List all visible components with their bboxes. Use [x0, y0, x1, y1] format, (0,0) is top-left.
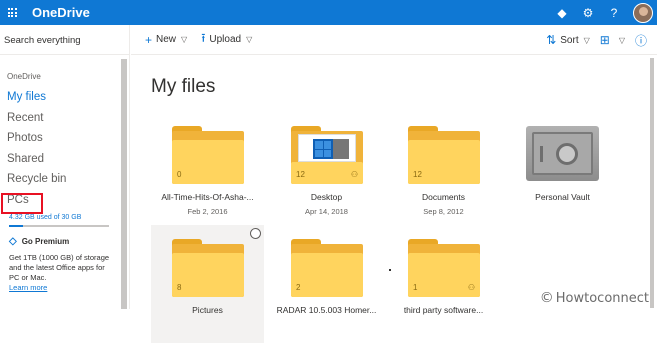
sidebar-scrollbar[interactable] — [121, 59, 127, 309]
sidebar-item-recycle-bin[interactable]: Recycle bin — [0, 169, 129, 190]
upload-label: Upload — [209, 34, 241, 45]
tile-name[interactable]: Desktop — [270, 192, 383, 202]
sidebar-nav: My files Recent Photos Shared Recycle bi… — [0, 87, 129, 210]
sidebar: Search everything OneDrive My files Rece… — [0, 25, 130, 309]
storage-bar — [9, 225, 109, 227]
folder-tile[interactable]: 2 RADAR 10.5.003 Homer... — [270, 225, 383, 343]
search-input[interactable]: Search everything — [0, 25, 129, 55]
item-count: 12 — [296, 170, 305, 179]
sort-label: Sort — [560, 35, 578, 46]
tile-date: Sep 8, 2012 — [387, 207, 500, 216]
main-scrollbar[interactable] — [650, 58, 654, 308]
tile-date: Apr 14, 2018 — [270, 207, 383, 216]
app-brand[interactable]: OneDrive — [32, 5, 90, 20]
chevron-down-icon: ▽ — [181, 35, 187, 44]
top-bar: OneDrive ◆ ⚙ ? — [0, 0, 657, 25]
folder-tile[interactable]: 1 ⚇ third party software... — [387, 225, 500, 343]
folder-icon: 1 ⚇ — [408, 239, 480, 297]
sidebar-item-photos[interactable]: Photos — [0, 128, 129, 149]
sidebar-item-my-files[interactable]: My files — [0, 87, 129, 108]
page-title: My files — [151, 76, 215, 98]
tile-name[interactable]: third party software... — [387, 305, 500, 315]
watermark-text: Howtoconnect — [556, 291, 649, 306]
folder-icon: 2 — [291, 239, 363, 297]
vault-tile[interactable]: Personal Vault — [506, 112, 619, 230]
main-content: My files 0 All-Time-Hits-Of-Asha-... Feb… — [131, 56, 657, 309]
chevron-down-icon: ▽ — [619, 36, 625, 45]
folder-icon: 8 — [172, 239, 244, 297]
watermark-logo-icon: © — [540, 290, 554, 306]
storage-bar-fill — [9, 225, 23, 227]
item-count: 12 — [413, 170, 422, 179]
shared-people-icon: ⚇ — [468, 283, 475, 292]
storage-link[interactable]: 4.32 GB used of 30 GB — [0, 214, 129, 221]
shared-people-icon: ⚇ — [351, 170, 358, 179]
sidebar-item-shared[interactable]: Shared — [0, 149, 129, 170]
windows-logo-icon — [313, 139, 333, 159]
upload-icon: ⭱ — [201, 29, 205, 50]
sidebar-section-label: OneDrive — [7, 72, 129, 81]
select-checkbox[interactable] — [250, 228, 261, 239]
folder-icon: 0 — [172, 126, 244, 184]
app-launcher-icon[interactable] — [0, 0, 24, 25]
item-count: 8 — [177, 283, 181, 292]
new-button[interactable]: + New ▽ — [145, 33, 187, 47]
gear-icon[interactable]: ⚙ — [575, 6, 601, 20]
new-label: New — [156, 34, 176, 45]
avatar[interactable] — [633, 3, 653, 23]
folder-icon: 12 — [408, 126, 480, 184]
watermark: ©Howtoconnect — [540, 290, 649, 306]
chevron-down-icon: ▽ — [246, 35, 252, 44]
chevron-down-icon: ▽ — [584, 36, 590, 45]
premium-title[interactable]: Go Premium — [22, 237, 70, 247]
folder-tile[interactable]: 8 Pictures — [151, 225, 264, 343]
diamond-icon[interactable]: ◆ — [549, 6, 575, 20]
premium-text: Get 1TB (1000 GB) of storage and the lat… — [9, 253, 114, 283]
help-icon[interactable]: ? — [601, 6, 627, 20]
tile-name[interactable]: All-Time-Hits-Of-Asha-... — [151, 192, 264, 202]
folder-icon: 12 ⚇ — [291, 126, 363, 184]
item-count: 0 — [177, 170, 181, 179]
upload-button[interactable]: ⭱ Upload ▽ — [201, 29, 252, 50]
vault-safe-icon — [526, 126, 599, 181]
folder-tile[interactable]: 0 All-Time-Hits-Of-Asha-... Feb 2, 2016 — [151, 112, 264, 230]
sort-icon: ⇅ — [546, 33, 556, 47]
command-bar: + New ▽ ⭱ Upload ▽ ⇅ Sort ▽ ⊞ ▽ ⓘ — [131, 25, 657, 55]
grid-view-icon: ⊞ — [600, 33, 610, 47]
sort-button[interactable]: ⇅ Sort ▽ — [546, 33, 590, 47]
plus-icon: + — [145, 33, 152, 47]
view-options-button[interactable]: ⊞ ▽ — [600, 33, 625, 47]
item-count: 2 — [296, 283, 300, 292]
tile-name[interactable]: Pictures — [151, 305, 264, 315]
folder-tile[interactable]: 12 Documents Sep 8, 2012 — [387, 112, 500, 230]
premium-diamond-icon: ◇ — [9, 237, 17, 247]
premium-panel: ◇ Go Premium Get 1TB (1000 GB) of storage… — [9, 237, 114, 293]
pcs-highlight-box — [1, 193, 43, 214]
item-count: 1 — [413, 283, 417, 292]
tile-date: Feb 2, 2016 — [151, 207, 264, 216]
premium-learn-more-link[interactable]: Learn more — [9, 283, 114, 293]
sidebar-item-recent[interactable]: Recent — [0, 108, 129, 129]
info-icon: ⓘ — [635, 32, 647, 49]
folder-preview-thumbnail — [298, 134, 356, 162]
tile-name[interactable]: Personal Vault — [506, 192, 619, 202]
folder-tile[interactable]: 12 ⚇ Desktop Apr 14, 2018 — [270, 112, 383, 230]
info-button[interactable]: ⓘ — [635, 32, 651, 49]
tile-name[interactable]: Documents — [387, 192, 500, 202]
tile-name[interactable]: RADAR 10.5.003 Homer... — [270, 305, 383, 315]
